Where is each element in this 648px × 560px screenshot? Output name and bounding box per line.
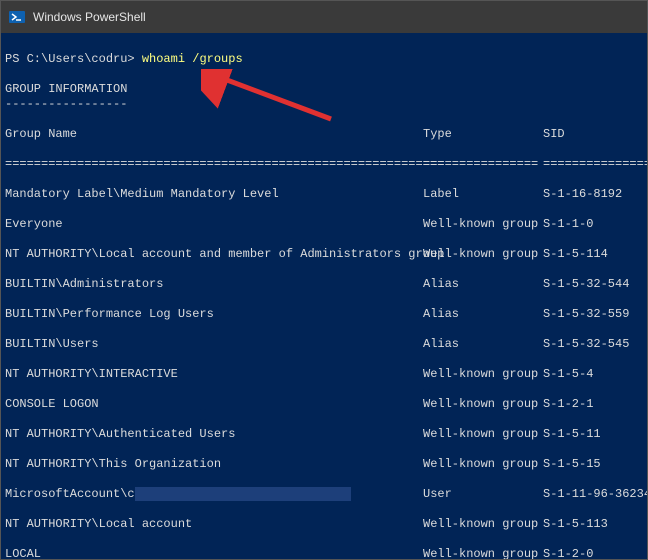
header-sid: SID: [543, 127, 565, 142]
table-row: NT AUTHORITY\Local accountWell-known gro…: [5, 517, 641, 532]
table-row: MicrosoftAccount\c UserS-1-11-96-3623454…: [5, 487, 641, 502]
powershell-window: Windows PowerShell PS C:\Users\codru> wh…: [0, 0, 648, 560]
table-row: BUILTIN\AdministratorsAliasS-1-5-32-544: [5, 277, 641, 292]
terminal-area[interactable]: PS C:\Users\codru> whoami /groups GROUP …: [1, 33, 647, 559]
redacted-highlight: [135, 487, 351, 501]
prompt-prefix: PS C:\Users\codru>: [5, 52, 142, 66]
table-row: NT AUTHORITY\Authenticated UsersWell-kno…: [5, 427, 641, 442]
header-type: Type: [423, 127, 543, 142]
window-title: Windows PowerShell: [33, 10, 146, 24]
powershell-icon: [9, 9, 25, 25]
table-row: BUILTIN\UsersAliasS-1-5-32-545: [5, 337, 641, 352]
header-rule: ========================================…: [5, 157, 641, 172]
table-row: LOCALWell-known groupS-1-2-0: [5, 547, 641, 559]
table-row: CONSOLE LOGONWell-known groupS-1-2-1: [5, 397, 641, 412]
header-name: Group Name: [5, 127, 423, 142]
command-input: whoami /groups: [142, 52, 243, 66]
table-row: Mandatory Label\Medium Mandatory LevelLa…: [5, 187, 641, 202]
table-row: BUILTIN\Performance Log UsersAliasS-1-5-…: [5, 307, 641, 322]
annotation-arrow-icon: [201, 69, 341, 129]
table-row: NT AUTHORITY\This OrganizationWell-known…: [5, 457, 641, 472]
section-underline: -----------------: [5, 97, 127, 111]
titlebar[interactable]: Windows PowerShell: [1, 1, 647, 33]
section-title: GROUP INFORMATION: [5, 82, 127, 96]
table-row: EveryoneWell-known groupS-1-1-0: [5, 217, 641, 232]
table-row: NT AUTHORITY\INTERACTIVEWell-known group…: [5, 367, 641, 382]
prompt-line-1: PS C:\Users\codru> whoami /groups: [5, 52, 243, 66]
table-row: NT AUTHORITY\Local account and member of…: [5, 247, 641, 262]
table-header: Group NameTypeSID: [5, 127, 641, 142]
